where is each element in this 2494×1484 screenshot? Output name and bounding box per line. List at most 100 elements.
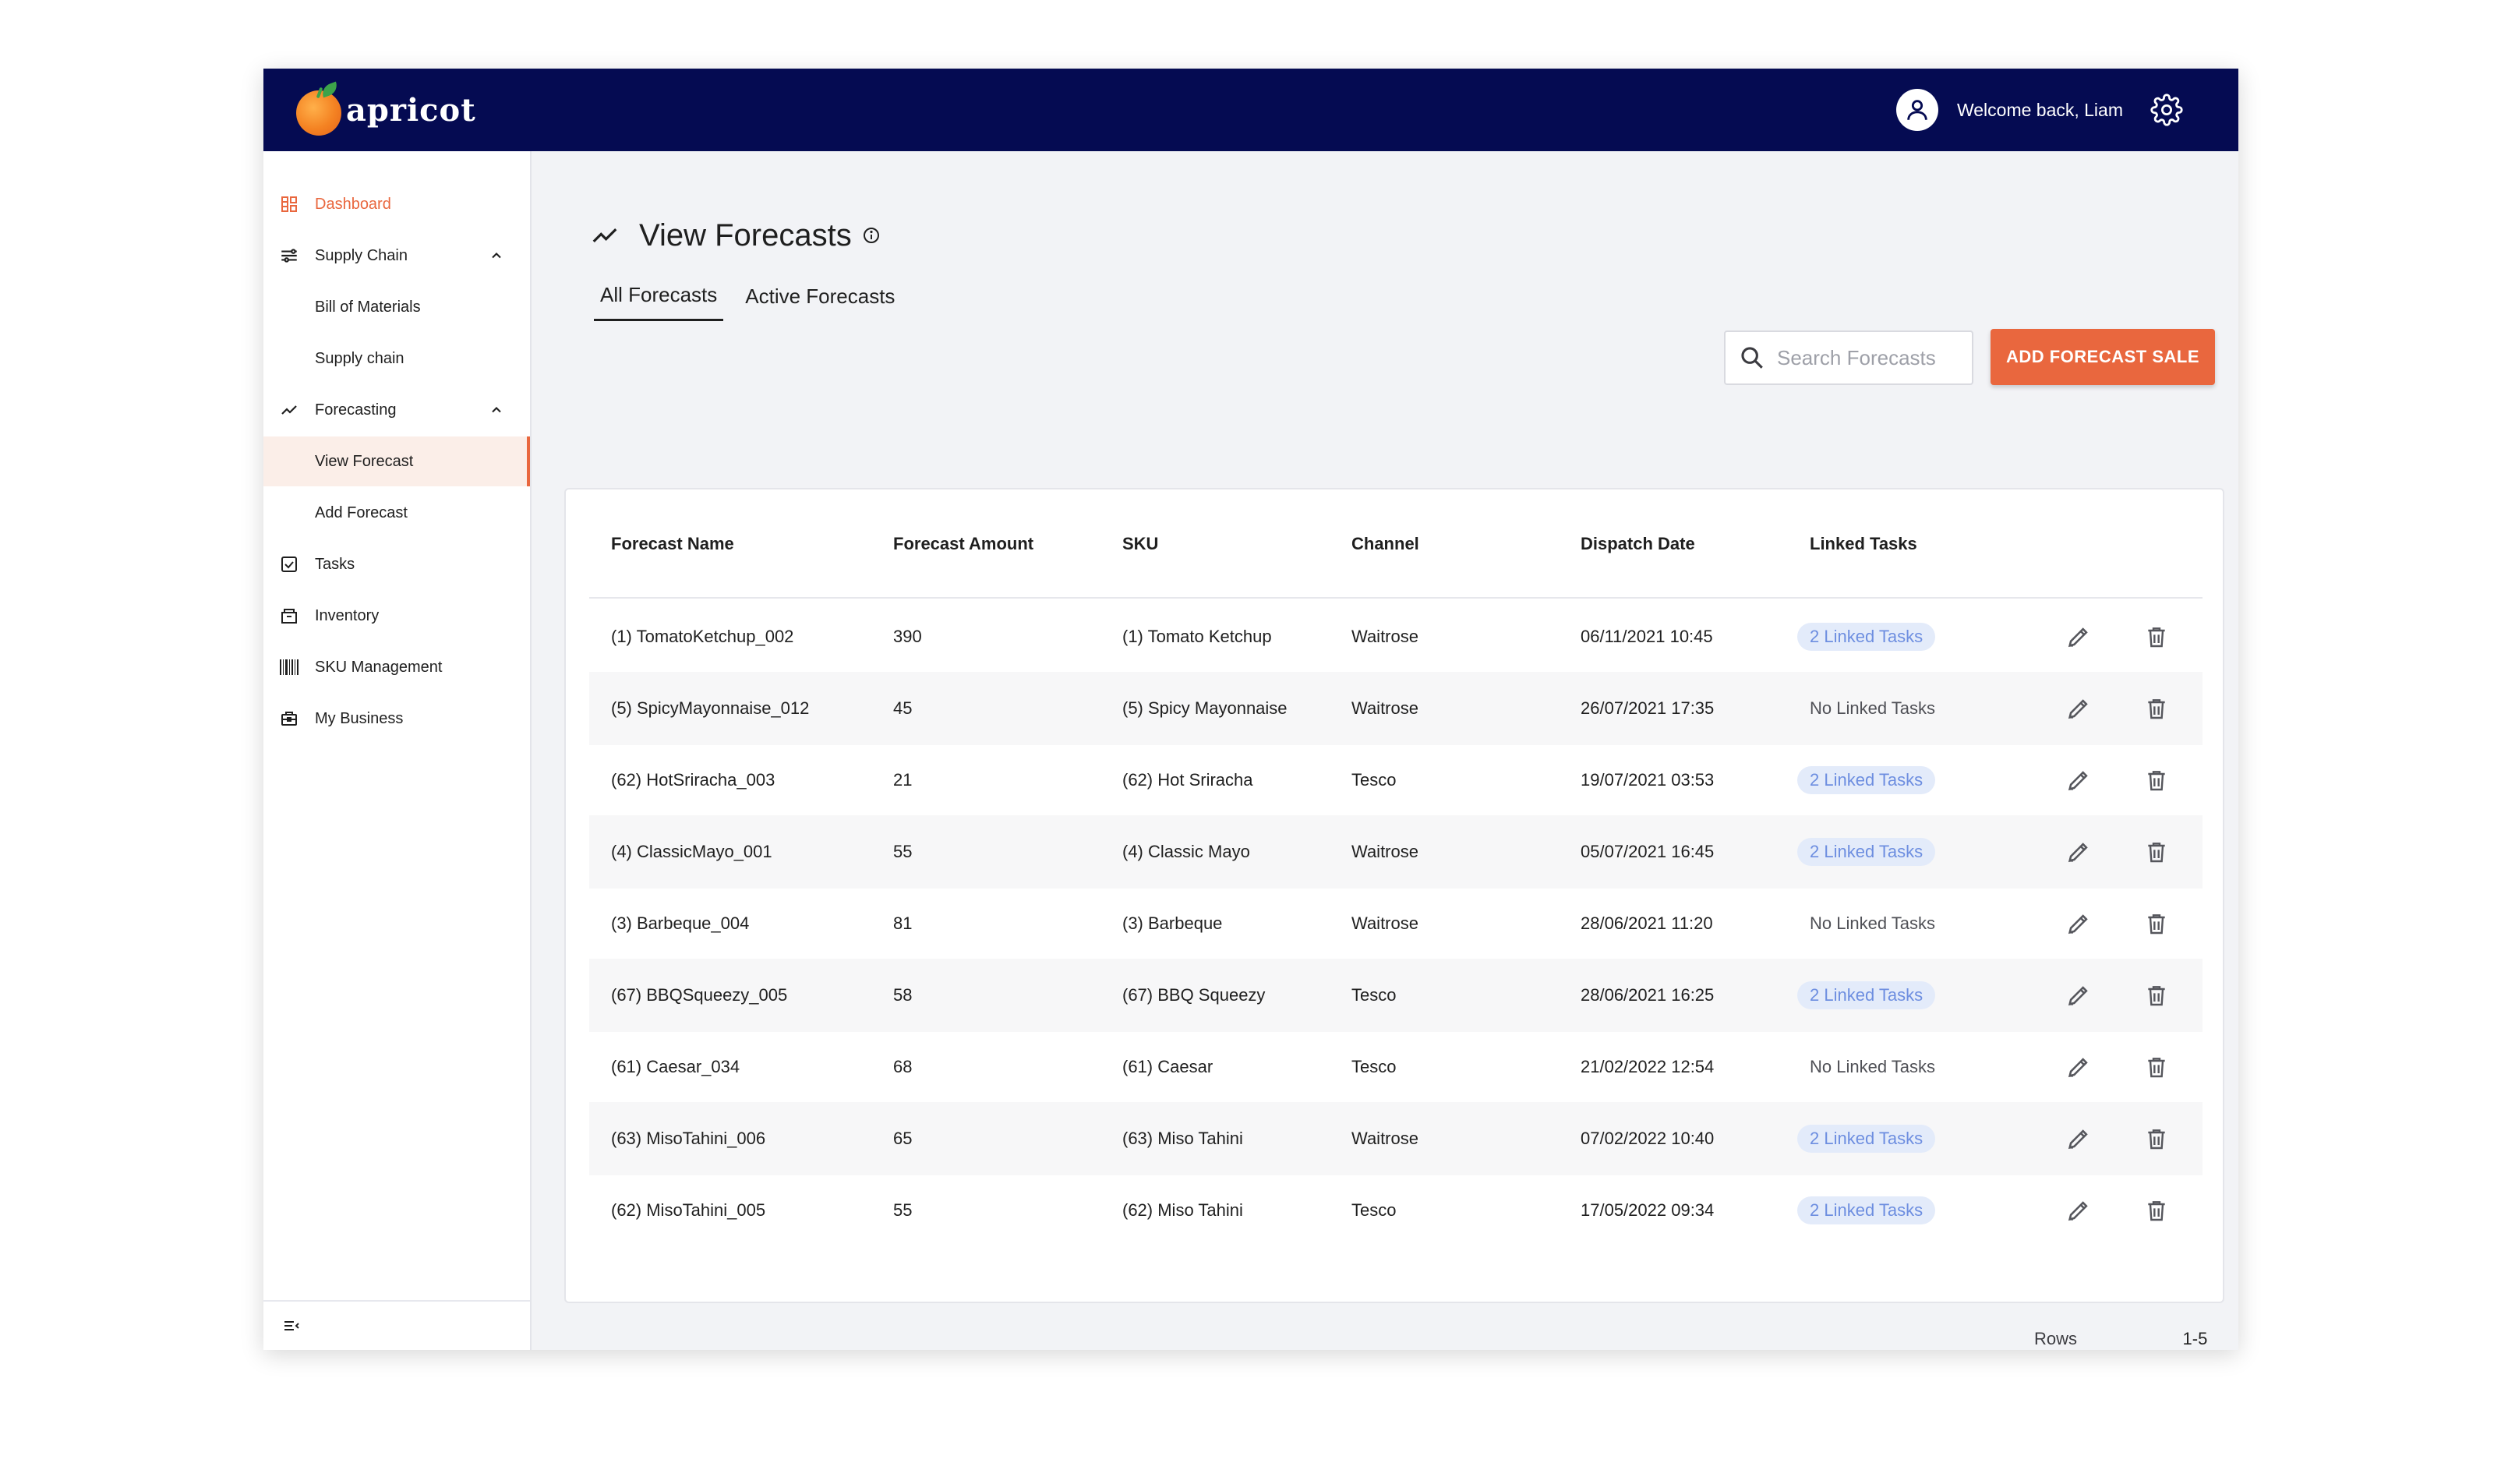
sidebar: Dashboard Supply Chain Bill of Materials… <box>263 151 532 1350</box>
sidebar-item-dashboard[interactable]: Dashboard <box>263 179 530 229</box>
cell-forecast-name: (63) MisoTahini_006 <box>611 1129 766 1148</box>
edit-pencil-icon[interactable] <box>2061 1121 2097 1157</box>
main-content: View Forecasts All Forecasts Active Fore… <box>533 151 2238 1350</box>
info-icon[interactable] <box>861 225 881 246</box>
add-forecast-sale-button[interactable]: ADD FORECAST SALE <box>1991 329 2215 385</box>
edit-pencil-icon[interactable] <box>2061 834 2097 870</box>
delete-trash-icon[interactable] <box>2139 834 2174 870</box>
cell-forecast-name: (1) TomatoKetchup_002 <box>611 627 794 646</box>
sidebar-item-my-business[interactable]: My Business <box>263 694 530 744</box>
pagination-controls: Rows per page: 9 1-5 of 13 <box>2034 1329 2238 1350</box>
sidebar-item-label: Forecasting <box>315 401 397 419</box>
cell-forecast-name: (62) MisoTahini_005 <box>611 1200 766 1220</box>
sidebar-item-add-forecast[interactable]: Add Forecast <box>263 488 530 538</box>
checkbox-icon <box>277 553 301 576</box>
table-header: Forecast Name Forecast Amount SKU Channe… <box>589 489 2203 599</box>
table-row[interactable]: (61) Caesar_034 68 (61) Caesar Tesco 21/02/2… <box>589 1030 2203 1104</box>
table-row[interactable]: (3) Barbeque_004 81 (3) Barbeque Waitrose 28… <box>589 887 2203 960</box>
edit-pencil-icon[interactable] <box>2061 1049 2097 1085</box>
edit-pencil-icon[interactable] <box>2061 762 2097 798</box>
cell-sku: (62) Miso Tahini <box>1122 1200 1243 1220</box>
table-row[interactable]: (63) MisoTahini_006 65 (63) Miso Tahini Wai… <box>589 1102 2203 1175</box>
linked-tasks-badge[interactable]: 2 Linked Tasks <box>1797 1196 1936 1224</box>
no-linked-tasks-text: No Linked Tasks <box>1810 1057 1936 1076</box>
linked-tasks-badge[interactable]: 2 Linked Tasks <box>1797 623 1936 651</box>
app-window: apricot Welcome back, Liam Dashboard Sup… <box>263 69 2238 1350</box>
delete-trash-icon[interactable] <box>2139 1121 2174 1157</box>
edit-pencil-icon[interactable] <box>2061 691 2097 726</box>
table-row[interactable]: (62) HotSriracha_003 21 (62) Hot Sriracha T… <box>589 744 2203 817</box>
tab-bar: All Forecasts Active Forecasts <box>594 274 917 321</box>
sidebar-item-label: Bill of Materials <box>315 298 421 316</box>
trend-line-icon <box>589 220 620 251</box>
cell-linked-tasks: No Linked Tasks <box>1797 672 1948 745</box>
cell-channel: Tesco <box>1351 770 1397 790</box>
cell-linked-tasks: 2 Linked Tasks <box>1797 959 1936 1032</box>
brand-logo[interactable]: apricot <box>296 80 476 140</box>
edit-pencil-icon[interactable] <box>2061 619 2097 655</box>
sidebar-item-label: Supply chain <box>315 349 404 367</box>
sidebar-item-tasks[interactable]: Tasks <box>263 539 530 589</box>
delete-trash-icon[interactable] <box>2139 762 2174 798</box>
settings-gear-icon[interactable] <box>2148 91 2185 129</box>
column-header-dispatch-date[interactable]: Dispatch Date <box>1581 489 1695 599</box>
cell-sku: (67) BBQ Squeezy <box>1122 985 1266 1005</box>
cell-channel: Waitrose <box>1351 627 1418 646</box>
tab-label: All Forecasts <box>600 283 718 306</box>
cell-linked-tasks: 2 Linked Tasks <box>1797 744 1936 817</box>
rows-per-page-select[interactable]: 9 <box>2111 1349 2120 1350</box>
delete-trash-icon[interactable] <box>2139 1049 2174 1085</box>
table-row[interactable]: (1) TomatoKetchup_002 390 (1) Tomato Ketch… <box>589 600 2203 673</box>
search-input[interactable] <box>1777 345 1964 370</box>
cell-linked-tasks: 2 Linked Tasks <box>1797 815 1936 889</box>
sidebar-item-view-forecast[interactable]: View Forecast <box>263 436 530 486</box>
sidebar-item-supply-chain-sub[interactable]: Supply chain <box>263 334 530 383</box>
table-row[interactable]: (67) BBQSqueezy_005 58 (67) BBQ Squeezy Tes… <box>589 959 2203 1032</box>
sidebar-item-bill-of-materials[interactable]: Bill of Materials <box>263 282 530 332</box>
edit-pencil-icon[interactable] <box>2061 977 2097 1013</box>
linked-tasks-badge[interactable]: 2 Linked Tasks <box>1797 838 1936 866</box>
column-header-channel[interactable]: Channel <box>1351 489 1419 599</box>
tab-active-forecasts[interactable]: Active Forecasts <box>739 274 901 321</box>
delete-trash-icon[interactable] <box>2139 906 2174 942</box>
column-header-linked-tasks[interactable]: Linked Tasks <box>1810 489 1917 599</box>
cell-forecast-name: (62) HotSriracha_003 <box>611 770 775 790</box>
linked-tasks-badge[interactable]: 2 Linked Tasks <box>1797 1125 1936 1153</box>
collapse-menu-icon[interactable] <box>281 1315 302 1337</box>
sidebar-item-forecasting[interactable]: Forecasting <box>263 385 530 435</box>
column-header-forecast-amount[interactable]: Forecast Amount <box>893 489 1033 599</box>
delete-trash-icon[interactable] <box>2139 691 2174 726</box>
cell-sku: (4) Classic Mayo <box>1122 842 1250 861</box>
trend-line-icon <box>277 398 301 422</box>
sidebar-item-inventory[interactable]: Inventory <box>263 591 530 641</box>
linked-tasks-badge[interactable]: 2 Linked Tasks <box>1797 766 1936 794</box>
inventory-icon <box>277 604 301 627</box>
cell-channel: Tesco <box>1351 1200 1397 1220</box>
table-row[interactable]: (5) SpicyMayonnaise_012 45 (5) Spicy Mayon… <box>589 672 2203 745</box>
chevron-up-icon[interactable] <box>486 400 507 420</box>
cell-linked-tasks: 2 Linked Tasks <box>1797 600 1936 673</box>
cell-channel: Tesco <box>1351 1057 1397 1076</box>
sidebar-item-sku-management[interactable]: SKU Management <box>263 642 530 692</box>
edit-pencil-icon[interactable] <box>2061 906 2097 942</box>
user-avatar-icon[interactable] <box>1895 89 1938 131</box>
cell-forecast-amount: 68 <box>893 1057 913 1076</box>
no-linked-tasks-text: No Linked Tasks <box>1810 698 1936 718</box>
column-header-forecast-name[interactable]: Forecast Name <box>611 489 734 599</box>
delete-trash-icon[interactable] <box>2139 1192 2174 1228</box>
table-row[interactable]: (4) ClassicMayo_001 55 (4) Classic Mayo Wai… <box>589 815 2203 889</box>
delete-trash-icon[interactable] <box>2139 619 2174 655</box>
tab-all-forecasts[interactable]: All Forecasts <box>594 274 724 321</box>
table-row[interactable]: (62) MisoTahini_005 55 (62) Miso Tahini Tes… <box>589 1174 2203 1247</box>
cell-forecast-name: (4) ClassicMayo_001 <box>611 842 772 861</box>
cell-forecast-amount: 390 <box>893 627 922 646</box>
column-header-sku[interactable]: SKU <box>1122 489 1158 599</box>
welcome-text: Welcome back, Liam <box>1956 99 2123 120</box>
chevron-up-icon[interactable] <box>486 246 507 266</box>
cell-dispatch-date: 28/06/2021 11:20 <box>1581 913 1713 933</box>
linked-tasks-badge[interactable]: 2 Linked Tasks <box>1797 981 1936 1009</box>
sidebar-item-supply-chain[interactable]: Supply Chain <box>263 231 530 281</box>
edit-pencil-icon[interactable] <box>2061 1192 2097 1228</box>
user-area: Welcome back, Liam <box>1895 86 2185 134</box>
delete-trash-icon[interactable] <box>2139 977 2174 1013</box>
